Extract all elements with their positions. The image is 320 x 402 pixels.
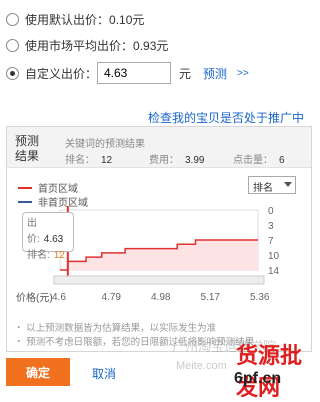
- y-tick-label: 10: [268, 251, 280, 262]
- y-tick-label: 3: [268, 221, 274, 232]
- x-tick-label: 4.79: [102, 292, 122, 303]
- y-tick-label: 7: [268, 236, 274, 247]
- x-tick-label: 5.17: [201, 292, 221, 303]
- tooltip-rank-row: 排名: 12: [27, 248, 69, 264]
- x-tick-label: 4.98: [151, 292, 171, 303]
- tooltip-bid-label: 出价:: [27, 218, 40, 245]
- note-1: ・ 以上预测数据皆为估算结果，以实际发生为准: [14, 323, 217, 334]
- tooltip-bid-value: 4.63: [43, 234, 64, 245]
- x-axis-label: 价格(元): [16, 293, 53, 304]
- tooltip-rank-value: 12: [53, 250, 65, 261]
- confirm-button[interactable]: 确定: [6, 358, 70, 386]
- y-tick-label: 14: [268, 266, 280, 277]
- tooltip-bid-row: 出价: 4.63: [27, 216, 69, 248]
- y-tick-label: 0: [268, 206, 274, 217]
- note-2: ・ 预测不考虑日限额，若您的日限额过低将影响预测结果: [14, 337, 255, 348]
- chart-tooltip: 出价: 4.63 排名: 12: [22, 212, 74, 261]
- x-axis-slider: [53, 275, 265, 285]
- x-tick-label: 5.36: [250, 292, 270, 303]
- cancel-button[interactable]: 取消: [92, 365, 116, 382]
- x-tick-label: 4.6: [52, 292, 66, 303]
- tooltip-rank-label: 排名:: [27, 250, 50, 261]
